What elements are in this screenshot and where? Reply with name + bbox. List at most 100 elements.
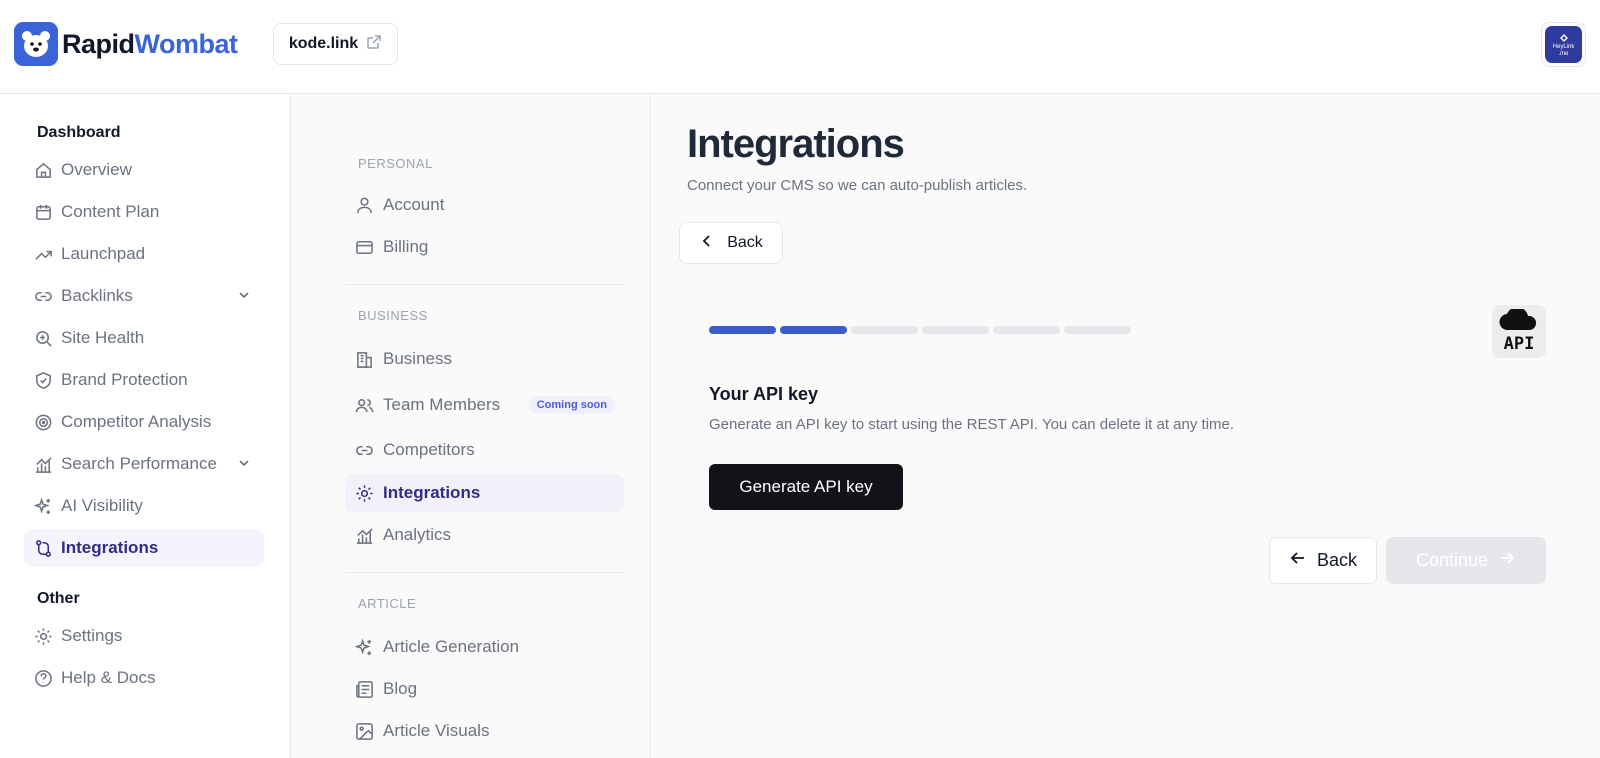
- help-icon: [33, 668, 53, 688]
- chevron-left-icon: [699, 233, 715, 254]
- sparkles-icon: [354, 637, 374, 657]
- settings-item-article-generation[interactable]: Article Generation: [345, 628, 624, 666]
- avatar-line1: HeyLink: [1552, 43, 1575, 50]
- avatar-image: HeyLink .me: [1545, 26, 1582, 63]
- back-button[interactable]: Back: [1269, 537, 1377, 584]
- sidebar-item-search-performance[interactable]: Search Performance: [24, 445, 264, 483]
- sidebar-item-label: Competitor Analysis: [61, 412, 212, 431]
- sidebar-item-ai-visibility[interactable]: AI Visibility: [24, 487, 264, 525]
- sidebar-item-launchpad[interactable]: Launchpad: [24, 235, 264, 273]
- brand-name: RapidWombat: [62, 29, 238, 60]
- gear-icon: [33, 626, 53, 646]
- settings-item-analytics[interactable]: Analytics: [345, 516, 624, 554]
- progress-step-pending: [922, 326, 989, 334]
- settings-item-business[interactable]: Business: [345, 340, 624, 378]
- sidebar-section-dashboard: Dashboard: [37, 124, 121, 141]
- shield-icon: [33, 370, 53, 390]
- settings-divider: [345, 572, 624, 573]
- settings-nav: PERSONAL Account Billing BUSINESS Busine…: [291, 94, 651, 758]
- calendar-icon: [33, 202, 53, 222]
- trending-up-icon: [33, 244, 53, 264]
- sidebar-item-label: AI Visibility: [61, 496, 143, 515]
- top-header: RapidWombat kode.link HeyLink .me: [0, 0, 1600, 94]
- settings-item-competitors[interactable]: Competitors: [345, 431, 624, 469]
- users-icon: [354, 395, 374, 415]
- sidebar-item-label: Integrations: [61, 538, 159, 557]
- radar-icon: [33, 412, 53, 432]
- settings-item-blog[interactable]: Blog: [345, 670, 624, 708]
- settings-item-billing[interactable]: Billing: [345, 228, 624, 266]
- back-label: Back: [1316, 550, 1358, 570]
- api-logo-text: API: [1503, 334, 1535, 354]
- settings-item-label: Analytics: [383, 525, 452, 544]
- brand-logo[interactable]: RapidWombat: [14, 22, 238, 66]
- settings-item-label: Team Members: [383, 395, 501, 414]
- settings-section-business: BUSINESS: [358, 308, 428, 323]
- back-button-top[interactable]: Back: [679, 222, 783, 264]
- credit-card-icon: [354, 237, 374, 257]
- generate-api-key-button[interactable]: Generate API key: [709, 464, 903, 510]
- progress-step-complete: [709, 326, 776, 334]
- settings-item-label: Account: [383, 195, 445, 214]
- settings-item-label: Billing: [383, 237, 429, 256]
- settings-item-label: Business: [383, 349, 452, 368]
- page-title: Integrations: [687, 122, 905, 166]
- wombat-logo-icon: [14, 22, 58, 66]
- image-icon: [354, 721, 374, 741]
- sidebar-item-site-health[interactable]: Site Health: [24, 319, 264, 357]
- arrow-left-icon: [1289, 549, 1307, 572]
- sidebar-item-label: Help & Docs: [61, 668, 156, 687]
- settings-item-account[interactable]: Account: [345, 186, 624, 224]
- sidebar-item-help-docs[interactable]: Help & Docs: [24, 659, 264, 697]
- settings-divider: [345, 284, 624, 285]
- sidebar-item-backlinks[interactable]: Backlinks: [24, 277, 264, 315]
- site-link-chip[interactable]: kode.link: [273, 23, 398, 65]
- sidebar-item-label: Backlinks: [61, 286, 133, 305]
- api-key-title: Your API key: [709, 384, 819, 404]
- link-icon: [354, 440, 374, 460]
- settings-item-label: Integrations: [383, 483, 481, 502]
- settings-item-article-visuals[interactable]: Article Visuals: [345, 712, 624, 750]
- back-label: Back: [727, 234, 763, 251]
- user-avatar[interactable]: HeyLink .me: [1541, 22, 1586, 67]
- sidebar-item-label: Overview: [61, 160, 132, 179]
- settings-section-personal: PERSONAL: [358, 156, 433, 171]
- progress-step-pending: [993, 326, 1060, 334]
- settings-item-label: Blog: [383, 679, 418, 698]
- left-sidebar: Dashboard Overview Content Plan Launchpa…: [0, 94, 291, 758]
- chevron-down-icon[interactable]: [236, 287, 252, 308]
- brand-name-part2: Wombat: [134, 28, 239, 59]
- sidebar-item-content-plan[interactable]: Content Plan: [24, 193, 264, 231]
- sidebar-item-integrations[interactable]: Integrations: [24, 529, 264, 567]
- sidebar-item-overview[interactable]: Overview: [24, 151, 264, 189]
- search-health-icon: [33, 328, 53, 348]
- brand-name-part1: Rapid: [62, 28, 135, 59]
- progress-step-complete: [780, 326, 847, 334]
- chart-icon: [33, 454, 53, 474]
- sidebar-section-other: Other: [37, 590, 80, 607]
- chart-icon: [354, 525, 374, 545]
- main-content: Integrations Connect your CMS so we can …: [652, 94, 1600, 758]
- avatar-line2: .me: [1558, 50, 1569, 57]
- sparkles-icon: [33, 496, 53, 516]
- arrow-right-icon: [1498, 549, 1516, 572]
- settings-item-label: Competitors: [383, 440, 475, 459]
- newspaper-icon: [354, 679, 374, 699]
- sidebar-item-competitor-analysis[interactable]: Competitor Analysis: [24, 403, 264, 441]
- user-icon: [354, 195, 374, 215]
- site-label: kode.link: [288, 35, 359, 52]
- sidebar-item-label: Settings: [61, 626, 123, 645]
- api-integration-logo: API: [1492, 305, 1546, 358]
- sidebar-item-settings[interactable]: Settings: [24, 617, 264, 655]
- settings-item-integrations[interactable]: Integrations: [345, 474, 624, 512]
- coming-soon-badge: Coming soon: [528, 396, 615, 414]
- sidebar-item-label: Site Health: [61, 328, 145, 347]
- continue-label: Continue: [1415, 550, 1489, 570]
- sidebar-item-label: Launchpad: [61, 244, 146, 263]
- sidebar-item-brand-protection[interactable]: Brand Protection: [24, 361, 264, 399]
- external-link-icon: [366, 34, 382, 55]
- continue-button[interactable]: Continue: [1386, 537, 1546, 584]
- chevron-down-icon[interactable]: [236, 455, 252, 476]
- sidebar-item-label: Content Plan: [61, 202, 160, 221]
- settings-item-team-members[interactable]: Team Members Coming soon: [345, 386, 624, 424]
